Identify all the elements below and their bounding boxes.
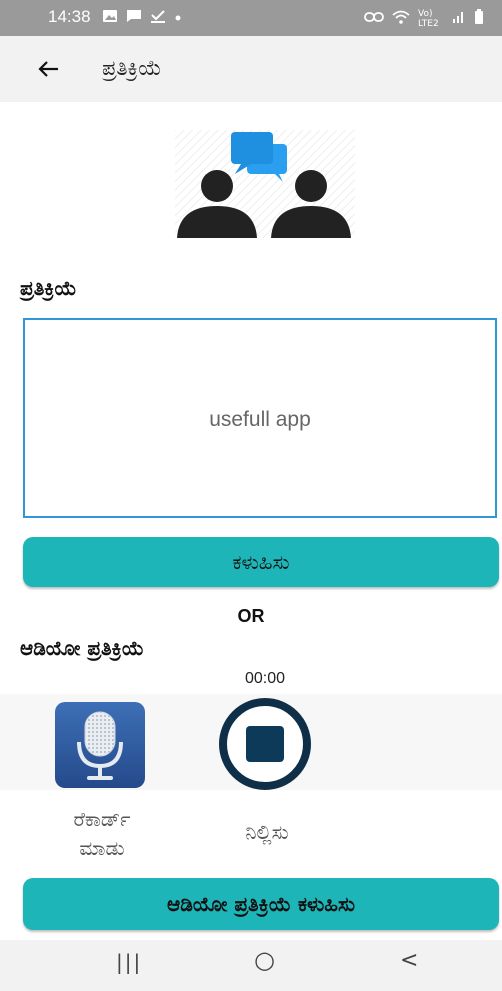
recording-timer: 00:00	[244, 670, 286, 687]
feedback-heading: ಪ್ರತಿಕ್ರಿಯೆ	[20, 276, 77, 300]
battery-icon	[474, 9, 484, 29]
signal-icon	[452, 10, 466, 28]
send-feedback-button[interactable]: ಕಳುಹಿಸು	[23, 537, 499, 587]
page-title: ಪ್ರತಿಕ್ರಿಯೆ	[102, 56, 162, 80]
record-label: ರೆಕಾರ್ಡ್ ಮಾಡು	[73, 807, 131, 860]
back-nav-icon[interactable]: <	[400, 948, 418, 973]
record-button[interactable]	[55, 702, 145, 788]
feedback-input-box[interactable]: usefull app	[23, 318, 497, 518]
volte-signal-icon: Vo) LTE2	[418, 9, 439, 29]
or-divider-label: OR	[237, 606, 265, 626]
home-icon[interactable]: ○	[254, 946, 275, 974]
feedback-people-icon	[175, 130, 355, 238]
microphone-icon	[77, 711, 123, 780]
audio-feedback-heading: ಆಡಿಯೋ ಪ್ರತಿಕ್ರಿಯೆ	[20, 636, 145, 660]
main-content: ಪ್ರತಿಕ್ರಿಯೆ usefull app ಕಳುಹಿಸು OR ಆಡಿಯೋ…	[0, 102, 502, 940]
stop-label: ನಿಲ್ಲಿಸು	[245, 820, 289, 844]
app-bar: ಪ್ರತಿಕ್ರಿಯೆ	[0, 36, 502, 102]
stop-icon	[219, 698, 311, 790]
gallery-icon	[102, 9, 118, 27]
stop-button[interactable]	[216, 698, 314, 790]
status-bar: 14:38 Vo) LTE2	[0, 0, 502, 36]
send-audio-feedback-button[interactable]: ಆಡಿಯೋ ಪ್ರತಿಕ್ರಿಯೆ ಕಳುಹಿಸು	[23, 878, 499, 930]
recording-panel	[0, 694, 502, 790]
message-icon	[126, 9, 142, 27]
download-done-icon	[150, 9, 166, 27]
wifi-icon	[392, 10, 410, 28]
system-nav-bar: ||| ○ <	[0, 940, 502, 991]
recent-apps-icon[interactable]: |||	[116, 950, 142, 974]
status-time: 14:38	[48, 7, 91, 26]
link-icon	[364, 11, 384, 27]
back-arrow-icon[interactable]	[32, 52, 66, 86]
feedback-input[interactable]: usefull app	[25, 320, 495, 516]
dot-icon	[174, 10, 182, 26]
